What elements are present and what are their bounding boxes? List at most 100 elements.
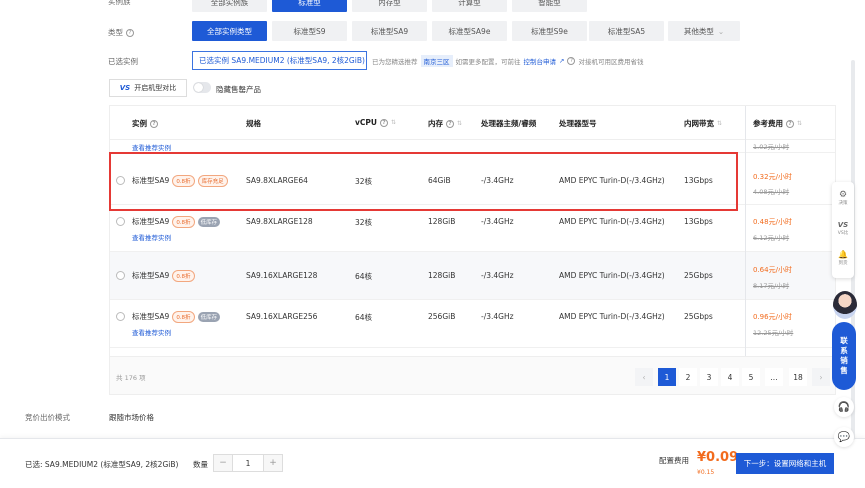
price-old: 1.02元/小时 (753, 143, 790, 151)
discount-badge: 0.8折 (172, 270, 195, 282)
sort-icon[interactable]: ⇅ (797, 120, 802, 127)
gear-icon: ⚙ (838, 190, 848, 200)
side-item-notify[interactable]: 🔔 到货 (832, 250, 854, 266)
row-radio[interactable] (116, 271, 125, 280)
selected-instance-box: 已选实例 SA9.MEDIUM2 (标准型SA9, 2核2GiB) (192, 51, 367, 70)
bandwidth-cell: 25Gbps (684, 271, 713, 280)
plus-button[interactable]: + (264, 455, 282, 471)
freq-cell: -/3.4GHz (481, 217, 514, 226)
pager-page-3[interactable]: 3 (700, 368, 718, 386)
bandwidth-cell: 13Gbps (684, 217, 713, 226)
price-old: 4.08元/小时 (753, 188, 790, 196)
side-item-label: 决策 (838, 201, 848, 206)
spec-cell: SA9.16XLARGE128 (246, 271, 318, 280)
chip-type-other[interactable]: 其他类型 ⌄ (668, 21, 740, 41)
chip-type-s9[interactable]: 标准型S9 (272, 21, 347, 41)
side-item-compare[interactable]: VS VS比 (832, 220, 854, 236)
help-icon[interactable]: ? (379, 118, 388, 127)
th-instance-label: 实例 (132, 119, 147, 128)
help-icon[interactable]: ? (150, 119, 158, 128)
contact-sales-button[interactable]: 联 系 销 售 (832, 322, 856, 390)
fee-value: ¥0.09 (697, 450, 739, 465)
chat-icon[interactable]: 💬 (834, 427, 854, 447)
recommend-link[interactable]: 查看推荐实例 (132, 232, 171, 242)
instance-name: 标准型SA9 0.8折 库存充足 (132, 175, 228, 187)
table-row[interactable]: 标准型SA9 0.8折 SA9.16XLARGE128 64核 128GiB -/… (110, 252, 835, 300)
th-bandwidth[interactable]: 内网带宽 ⇅ (684, 118, 722, 129)
row-radio[interactable] (116, 312, 125, 321)
chip-type-all[interactable]: 全部实例类型 (192, 21, 267, 41)
memory-cell: 64GiB (428, 176, 451, 185)
vcpu-cell: 64核 (355, 272, 373, 281)
instance-name-text: 标准型SA9 (132, 217, 170, 226)
side-item-label: 到货 (838, 261, 848, 266)
freq-cell: -/3.4GHz (481, 176, 514, 185)
chip-type-sa9e[interactable]: 标准型SA9e (432, 21, 507, 41)
sort-icon[interactable]: ⇅ (717, 120, 722, 127)
chip-family-standard[interactable]: 标准型 (272, 0, 347, 12)
cpu-cell: AMD EPYC Turin-D(-/3.4GHz) (559, 176, 665, 185)
spec-cell: SA9.16XLARGE256 (246, 312, 318, 321)
hide-soldout-toggle[interactable] (193, 82, 211, 93)
contact-char: 销 (840, 356, 848, 365)
row-radio[interactable] (116, 217, 125, 226)
row-radio[interactable] (116, 176, 125, 185)
table-row[interactable]: 标准型SA9 0.8折 低库存 查看推荐实例 SA9.16XLARGE256 64核… (110, 300, 835, 348)
side-item-decide[interactable]: ⚙ 决策 (832, 190, 854, 206)
sort-icon[interactable]: ⇅ (391, 119, 396, 126)
quantity-label: 数量 (193, 460, 208, 469)
th-vcpu[interactable]: vCPU? ⇅ (355, 118, 396, 127)
pager-page-5[interactable]: 5 (742, 368, 760, 386)
console-apply-link[interactable]: 控制台申请 (524, 56, 557, 66)
side-tool-panel: ⚙ 决策 VS VS比 🔔 到货 (832, 182, 854, 278)
assistant-avatar[interactable] (833, 291, 857, 319)
selected-note-prefix: 已为您精选推荐 (372, 58, 418, 66)
help-icon[interactable]: ? (446, 119, 454, 128)
sort-icon[interactable]: ⇅ (457, 120, 462, 127)
th-spec: 规格 (246, 119, 261, 128)
table-row[interactable]: 标准型SA9 0.8折 低库存 查看推荐实例 SA9.8XLARGE128 32核 … (110, 205, 835, 252)
chip-type-sa9[interactable]: 标准型SA9 (352, 21, 427, 41)
family-label: 实例族 (108, 0, 131, 6)
bandwidth-cell: 13Gbps (684, 176, 713, 185)
chip-family-all[interactable]: 全部实例族 (192, 0, 267, 12)
pager-page-2[interactable]: 2 (679, 368, 697, 386)
fee-original: ¥0.15 (697, 469, 715, 476)
chip-type-s9e[interactable]: 标准型S9e (512, 21, 587, 41)
stock-badge: 低库存 (197, 312, 221, 322)
bottom-bar: 已选: SA9.MEDIUM2 (标准型SA9, 2核2GiB) 数量 − 1 … (0, 438, 865, 488)
recommend-link[interactable]: 查看推荐实例 (132, 327, 171, 337)
help-icon[interactable]: ? (567, 57, 576, 65)
bell-icon: 🔔 (838, 250, 848, 259)
headset-icon[interactable]: 🎧 (834, 397, 854, 417)
chip-family-memory[interactable]: 内存型 (352, 0, 427, 12)
instance-name: 标准型SA9 0.8折 低库存 (132, 216, 221, 228)
pager-prev[interactable]: ‹ (635, 368, 653, 386)
total-count: 共 176 项 (116, 374, 146, 382)
bandwidth-cell: 25Gbps (684, 312, 713, 321)
th-memory-label: 内存 (428, 119, 443, 128)
th-price[interactable]: 参考费用? ⇅ (753, 118, 802, 129)
external-link-icon: ↗ (559, 57, 565, 65)
chip-family-smart[interactable]: 智能型 (512, 0, 587, 12)
type-label-text: 类型 (108, 28, 123, 37)
table-row[interactable]: 标准型SA9 0.8折 库存充足 SA9.8XLARGE64 32核 64GiB -… (110, 155, 835, 205)
pager-next[interactable]: › (812, 368, 830, 386)
price-now: 0.48元/小时 (753, 218, 792, 226)
chip-family-compute[interactable]: 计算型 (432, 0, 507, 12)
cpu-cell: AMD EPYC Turin-D(-/3.4GHz) (559, 312, 665, 321)
help-icon[interactable]: ? (126, 28, 134, 37)
recommend-link[interactable]: 查看推荐实例 (132, 142, 171, 152)
bid-mode-label: 竞价出价模式 (25, 413, 70, 422)
minus-button[interactable]: − (214, 455, 232, 471)
pager-page-1[interactable]: 1 (658, 368, 676, 386)
compare-button[interactable]: VS 开启机型对比 (109, 79, 187, 97)
help-icon[interactable]: ? (786, 119, 794, 128)
quantity-input[interactable]: 1 (232, 455, 264, 471)
pager-page-18[interactable]: 18 (789, 368, 807, 386)
instance-name-text: 标准型SA9 (132, 176, 170, 185)
next-step-button[interactable]: 下一步：设置网络和主机 (736, 453, 834, 474)
th-memory[interactable]: 内存? ⇅ (428, 118, 462, 129)
chip-type-sa5[interactable]: 标准型SA5 (589, 21, 664, 41)
pager-page-4[interactable]: 4 (721, 368, 739, 386)
